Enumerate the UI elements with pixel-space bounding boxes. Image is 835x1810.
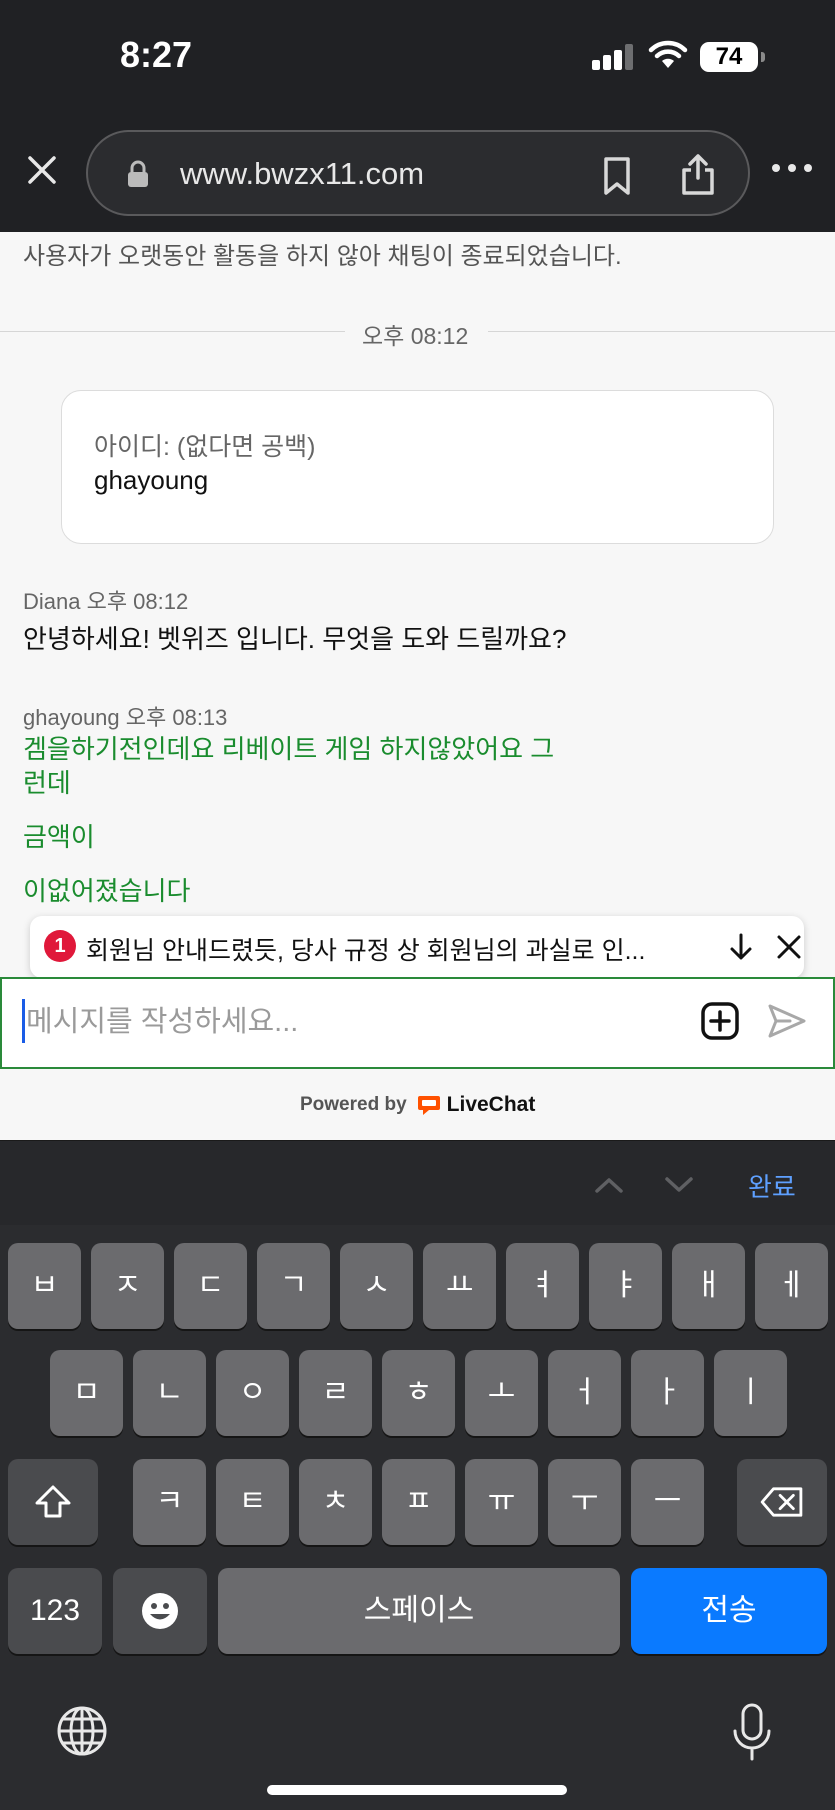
share-icon[interactable]: [680, 152, 716, 196]
notification-text[interactable]: 회원님 안내드렸듯, 당사 규정 상 회원님의 과실로 인...: [86, 931, 696, 967]
battery-icon: 74: [700, 42, 765, 72]
key[interactable]: ㅓ: [548, 1350, 621, 1436]
send-key[interactable]: 전송: [631, 1568, 827, 1654]
home-indicator[interactable]: [267, 1785, 567, 1795]
key[interactable]: ㅇ: [216, 1350, 289, 1436]
key[interactable]: ㅌ: [216, 1459, 289, 1545]
unread-count-badge: 1: [44, 930, 76, 962]
form-value: ghayoung: [94, 465, 209, 495]
key[interactable]: ㄷ: [174, 1243, 247, 1329]
message-text-user-line: 이없어졌습니다: [23, 876, 191, 906]
key[interactable]: ㅔ: [755, 1243, 828, 1329]
key[interactable]: ㅜ: [548, 1459, 621, 1545]
key[interactable]: ㅛ: [423, 1243, 496, 1329]
key[interactable]: ㅡ: [631, 1459, 704, 1545]
key[interactable]: ㅅ: [340, 1243, 413, 1329]
bookmark-icon[interactable]: [600, 156, 634, 196]
more-options-icon[interactable]: [772, 162, 812, 174]
shift-icon: [35, 1485, 71, 1518]
send-icon[interactable]: [766, 1001, 808, 1041]
status-bar: 8:27 74: [0, 0, 835, 110]
lock-icon: [128, 160, 148, 187]
key[interactable]: ㅊ: [299, 1459, 372, 1545]
divider-line-left: [0, 331, 345, 332]
message-meta-agent: Diana 오후 08:12: [23, 589, 189, 614]
form-label: 아이디: (없다면 공백): [94, 433, 316, 461]
key[interactable]: ㅠ: [465, 1459, 538, 1545]
wifi-icon: [648, 40, 688, 68]
new-message-notification[interactable]: 1 회원님 안내드렸듯, 당사 규정 상 회원님의 과실로 인...: [30, 916, 804, 978]
key[interactable]: ㅐ: [672, 1243, 745, 1329]
form-card: 아이디: (없다면 공백) ghayoung: [61, 390, 774, 544]
shift-key[interactable]: [8, 1459, 98, 1545]
message-text-user-line: 런데: [23, 768, 71, 798]
key[interactable]: ㄹ: [299, 1350, 372, 1436]
powered-by-text: Powered by: [300, 1094, 407, 1115]
arrow-down-icon[interactable]: [724, 930, 758, 964]
close-icon[interactable]: [774, 932, 804, 962]
key[interactable]: ㅎ: [382, 1350, 455, 1436]
done-button[interactable]: 완료: [748, 1167, 796, 1204]
backspace-key[interactable]: [737, 1459, 827, 1545]
emoji-icon: [142, 1593, 178, 1629]
backspace-icon: [760, 1487, 803, 1517]
key[interactable]: ㄴ: [133, 1350, 206, 1436]
key[interactable]: ㅕ: [506, 1243, 579, 1329]
chevron-up-icon[interactable]: [594, 1175, 624, 1195]
chat-area[interactable]: 사용자가 오랫동안 활동을 하지 않아 채팅이 종료되었습니다. 오후 08:1…: [0, 232, 835, 1140]
divider-line-right: [488, 331, 835, 332]
livechat-brand[interactable]: LiveChat: [447, 1093, 536, 1117]
globe-icon[interactable]: [56, 1705, 108, 1757]
message-input[interactable]: [26, 997, 666, 1047]
key[interactable]: ㅋ: [133, 1459, 206, 1545]
key[interactable]: ㅍ: [382, 1459, 455, 1545]
key[interactable]: ㅑ: [589, 1243, 662, 1329]
key[interactable]: ㅈ: [91, 1243, 164, 1329]
keyboard: ㅂ ㅈ ㄷ ㄱ ㅅ ㅛ ㅕ ㅑ ㅐ ㅔ ㅁ ㄴ ㅇ ㄹ ㅎ ㅗ ㅓ ㅏ ㅣ ㅋ …: [0, 1225, 835, 1810]
system-message: 사용자가 오랫동안 활동을 하지 않아 채팅이 종료되었습니다.: [23, 243, 622, 270]
microphone-icon[interactable]: [730, 1703, 774, 1761]
divider-time: 오후 08:12: [362, 323, 469, 349]
message-text-user-line: 겜을하기전인데요 리베이트 게임 하지않았어요 그: [23, 734, 555, 764]
close-icon[interactable]: [22, 150, 62, 190]
message-text-user-line: 금액이: [23, 822, 95, 852]
chevron-down-icon[interactable]: [664, 1175, 694, 1195]
text-caret: [22, 999, 25, 1043]
message-composer: [0, 977, 835, 1069]
key[interactable]: ㅣ: [714, 1350, 787, 1436]
key[interactable]: ㅏ: [631, 1350, 704, 1436]
key[interactable]: ㅁ: [50, 1350, 123, 1436]
url-text: www.bwzx11.com: [180, 156, 425, 191]
powered-by-footer: Powered by LiveChat: [0, 1069, 835, 1140]
browser-toolbar: www.bwzx11.com: [0, 110, 835, 232]
key[interactable]: ㅗ: [465, 1350, 538, 1436]
numbers-key[interactable]: 123: [8, 1568, 102, 1654]
message-meta-user: ghayoung 오후 08:13: [23, 705, 228, 730]
livechat-logo-icon: [417, 1096, 440, 1115]
signal-icon: [592, 44, 634, 70]
message-text-agent: 안녕하세요! 벳위즈 입니다. 무엇을 도와 드릴까요?: [23, 624, 567, 654]
space-key[interactable]: 스페이스: [218, 1568, 620, 1654]
key[interactable]: ㅂ: [8, 1243, 81, 1329]
keyboard-accessory-bar: 완료: [0, 1140, 835, 1225]
emoji-key[interactable]: [113, 1568, 207, 1654]
add-attachment-icon[interactable]: [700, 1001, 740, 1041]
key[interactable]: ㄱ: [257, 1243, 330, 1329]
address-bar[interactable]: www.bwzx11.com: [86, 130, 750, 216]
status-time: 8:27: [120, 34, 193, 75]
